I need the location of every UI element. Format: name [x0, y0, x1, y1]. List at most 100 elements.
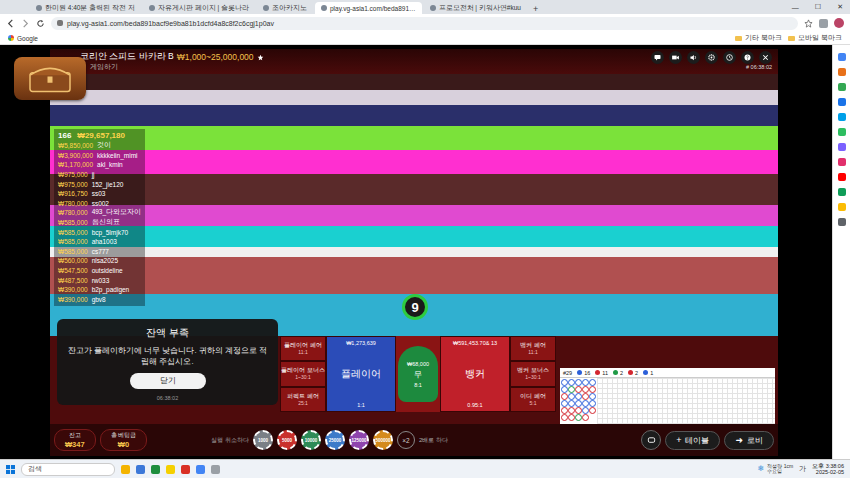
taskbar-app-icon[interactable] [181, 465, 190, 474]
taskbar-app-icon[interactable] [166, 465, 175, 474]
bead [561, 407, 568, 414]
side-panel-icon[interactable] [838, 188, 846, 196]
double-button[interactable]: 2배로 하다 [419, 436, 448, 445]
side-panel-icon[interactable] [838, 53, 846, 61]
browser-tab[interactable]: 프로모전처 | 키워사연#kuu [424, 2, 527, 14]
leaderboard-row: ₩547,500outsideline [58, 266, 141, 276]
history-icon[interactable] [723, 51, 736, 64]
close-button[interactable]: 닫기 [130, 373, 206, 389]
bead [589, 379, 596, 386]
clock[interactable]: 오후 3:38:062025-02-05 [812, 463, 844, 476]
volume-icon[interactable] [687, 51, 700, 64]
weather[interactable]: ❄적설량 1cm수요일 [758, 464, 794, 475]
bead [575, 414, 582, 421]
forward-icon[interactable] [21, 19, 30, 28]
taskbar-app-icon[interactable] [196, 465, 205, 474]
chat-icon[interactable] [641, 430, 661, 450]
tie-bet[interactable]: ₩68,000 무 8:1 [396, 336, 440, 412]
ime-indicator[interactable]: 가 [799, 464, 806, 474]
taskbar-app-icon[interactable] [151, 465, 160, 474]
treasure-chest-icon[interactable] [14, 57, 86, 100]
side-panel-icon[interactable] [838, 83, 846, 91]
table-button[interactable]: +테이블 [665, 431, 720, 450]
side-panel-icon[interactable] [838, 158, 846, 166]
windows-start-icon[interactable] [6, 465, 15, 474]
back-icon[interactable] [6, 19, 15, 28]
side-bet[interactable]: 플레이어 페어11:1 [280, 336, 326, 361]
favorite-icon[interactable] [257, 54, 264, 61]
side-bet[interactable]: 뱅커 페어11:1 [510, 336, 556, 361]
side-bet[interactable]: 뱅커 보너스1~30:1 [510, 361, 556, 386]
main-bet[interactable]: ₩1,273,639 플레이어 1:1 [326, 336, 396, 412]
star-icon[interactable] [804, 19, 813, 28]
bead [582, 414, 589, 421]
bead [582, 400, 589, 407]
bead [575, 393, 582, 400]
site-info-icon[interactable] [57, 20, 63, 26]
round-time: # 06:38:02 [746, 64, 772, 70]
side-panel-icon[interactable] [838, 68, 846, 76]
bead [575, 386, 582, 393]
help-icon[interactable] [741, 51, 754, 64]
favicon-icon [263, 5, 269, 11]
chat-icon[interactable] [651, 51, 664, 64]
taskbar-app-icon[interactable] [136, 465, 145, 474]
taskbar-app-icon[interactable] [211, 465, 220, 474]
chip[interactable]: 10000 [301, 430, 321, 450]
browser-tab[interactable]: 자유게시판 페이지 | 슬롯나라 [143, 2, 255, 14]
bookmark-folder[interactable]: 모바일 북마크 [788, 34, 842, 43]
side-panel-icon[interactable] [838, 113, 846, 121]
extension-icon[interactable] [819, 19, 828, 28]
browser-tab[interactable]: 한미원 4:40분 출력된 작전 저 [30, 2, 141, 14]
side-panel-icon[interactable] [838, 143, 846, 151]
bookmark-folder[interactable]: 기타 북마크 [735, 34, 782, 43]
favicon-icon [430, 5, 436, 11]
double-icon[interactable]: ×2 [397, 431, 415, 449]
leaderboard-row: ₩585,000aha1003 [58, 237, 141, 247]
screen: 한미원 4:40분 출력된 작전 저 자유게시판 페이지 | 슬롯나라 조아카지… [0, 0, 850, 478]
side-panel-icon[interactable] [838, 203, 846, 211]
stat-dot [613, 370, 618, 375]
game-search[interactable]: 게임하기 [80, 63, 264, 72]
leaderboard-row: ₩390,000gbv8 [58, 295, 141, 305]
taskbar-search[interactable]: 검색 [21, 463, 115, 476]
address-bar[interactable]: play.vg-asia1.com/beda891bacf9e9ba81b1dc… [51, 17, 798, 30]
main-bet[interactable]: ₩591,453.70& 13 뱅커 0.95:1 [440, 336, 510, 412]
side-bet[interactable]: 퍼펙트 페어25:1 [280, 387, 326, 412]
chip[interactable]: 25000 [325, 430, 345, 450]
side-panel-icon[interactable] [838, 98, 846, 106]
taskbar-app-icon[interactable] [121, 465, 130, 474]
side-panel-icon[interactable] [838, 218, 846, 226]
window-control[interactable]: ✕ [830, 3, 850, 11]
browser-tab[interactable]: play.vg-asia1.com/beda891… [315, 2, 422, 14]
lobby-button[interactable]: ➜로비 [724, 431, 774, 450]
window-control[interactable]: ☐ [808, 3, 828, 11]
control-bar: 잔고₩347 총 베팅금₩0 실행 취소하다 10005000100002500… [50, 424, 778, 456]
chip[interactable]: 125000 [349, 430, 369, 450]
stat-dot [643, 370, 648, 375]
bead [561, 386, 568, 393]
google-icon [8, 35, 14, 41]
stat-dot [595, 370, 600, 375]
game-window: 코리안 스피드 바카라 B ₩1,000~25,000,000 게임하기 # 0… [50, 49, 778, 456]
side-panel-icon[interactable] [838, 128, 846, 136]
close-icon[interactable] [759, 51, 772, 64]
chip[interactable]: 1000 [253, 430, 273, 450]
countdown-timer: 9 [402, 294, 428, 320]
side-panel-icon[interactable] [838, 173, 846, 181]
leaderboard-row: ₩390,000b2p_padigen [58, 285, 141, 295]
window-control[interactable]: — [785, 4, 806, 11]
side-bet[interactable]: 이디 페어5:1 [510, 387, 556, 412]
chip[interactable]: 500000 [373, 430, 393, 450]
side-bet[interactable]: 플레이어 보너스1~30:1 [280, 361, 326, 386]
game-page: 코리안 스피드 바카라 B ₩1,000~25,000,000 게임하기 # 0… [0, 45, 832, 459]
browser-tab[interactable]: 조아카지노 [257, 2, 313, 14]
undo-button[interactable]: 실행 취소하다 [211, 436, 249, 445]
video-icon[interactable] [669, 51, 682, 64]
bookmark[interactable]: Google [8, 35, 38, 42]
new-tab-button[interactable]: + [529, 4, 542, 14]
settings-icon[interactable] [705, 51, 718, 64]
profile-icon[interactable] [834, 18, 844, 28]
reload-icon[interactable] [36, 19, 45, 28]
chip[interactable]: 5000 [277, 430, 297, 450]
